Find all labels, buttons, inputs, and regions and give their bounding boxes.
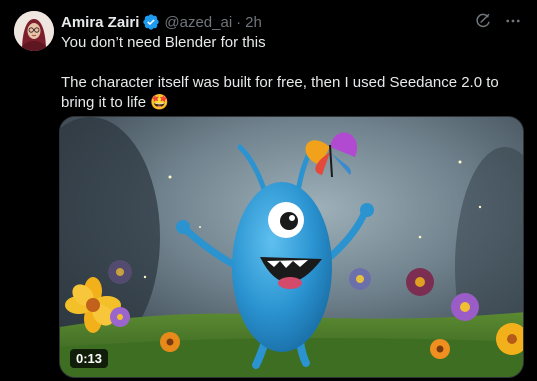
post[interactable]: Amira Zairi @azed_ai · 2h You don’t need… <box>0 0 537 381</box>
post-text-line: You don’t need Blender for this <box>61 34 266 51</box>
verified-badge-icon <box>142 13 160 31</box>
author-handle[interactable]: @azed_ai <box>164 14 232 31</box>
post-actions <box>473 11 523 31</box>
grok-icon[interactable] <box>473 11 493 31</box>
post-time[interactable]: 2h <box>245 14 262 31</box>
video-frame <box>60 117 523 377</box>
author-name[interactable]: Amira Zairi <box>61 14 139 31</box>
separator-dot: · <box>236 13 242 31</box>
post-text-line: The character itself was built for free,… <box>61 74 499 111</box>
video-duration: 0:13 <box>70 349 109 368</box>
more-icon[interactable] <box>503 11 523 31</box>
post-header: Amira Zairi @azed_ai · 2h <box>61 12 262 32</box>
video-player[interactable]: 0:13 <box>59 116 524 378</box>
post-text: You don’t need Blender for this The char… <box>61 33 523 113</box>
avatar[interactable] <box>14 11 54 51</box>
